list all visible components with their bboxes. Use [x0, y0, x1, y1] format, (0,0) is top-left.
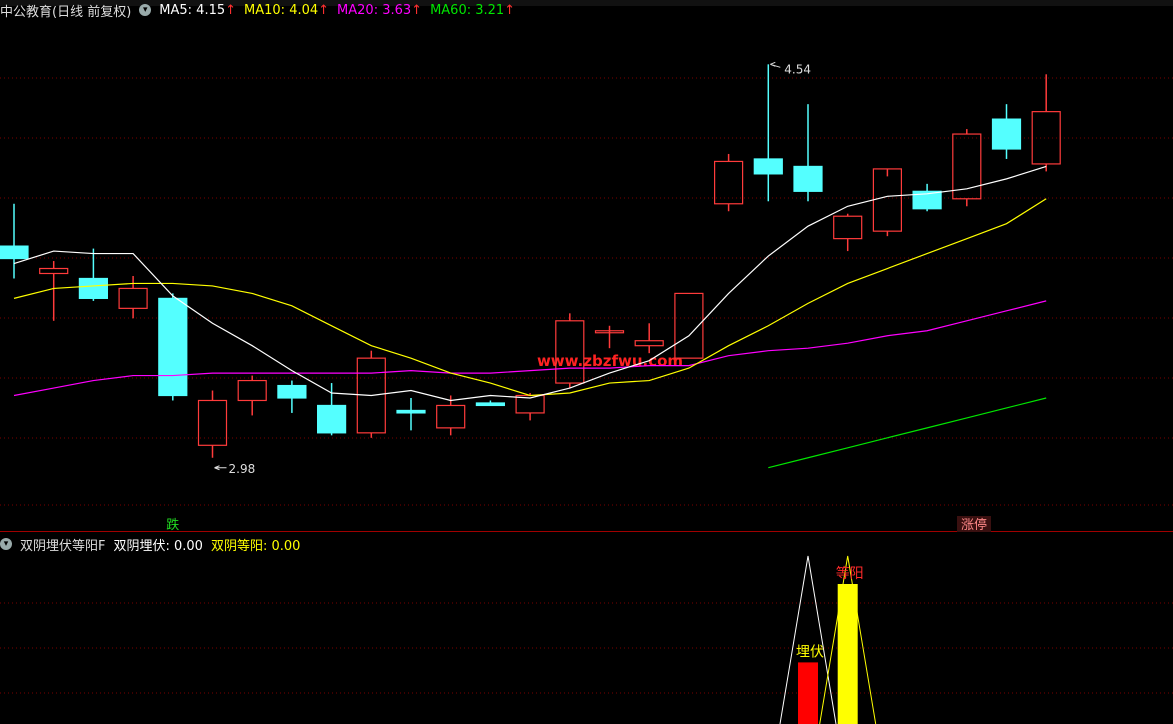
candle-up — [118, 287, 148, 309]
limit-up-tag: 涨停 — [961, 517, 987, 533]
candle-down — [396, 409, 426, 414]
indicator-value1: 双阴埋伏: 0.00 — [113, 538, 203, 554]
candle-down — [317, 404, 347, 434]
indicator-name: 双阴埋伏等阳F — [20, 538, 106, 554]
buried-signal-label: 埋伏 — [796, 644, 824, 660]
candle-down — [753, 158, 783, 175]
ma20-label: MA20: 3.63↑ — [337, 2, 423, 18]
high-price-label: 4.54 — [784, 62, 811, 76]
wait-yang-signal-bar — [837, 584, 858, 724]
candle-down — [158, 297, 188, 397]
candle-up — [872, 168, 903, 232]
settings-circle-icon[interactable]: ▾ — [139, 4, 152, 16]
candle-up — [39, 267, 69, 275]
candle-up — [713, 160, 744, 205]
candle-down — [277, 384, 307, 399]
high-arrow-icon — [770, 61, 781, 68]
main-chart-header: 中公教育(日线 前复权) ▾ MA5: 4.15↑ MA10: 4.04↑ MA… — [0, 0, 515, 20]
indicator-value2: 双阴等阳: 0.00 — [210, 538, 301, 554]
low-arrow-icon — [214, 465, 227, 471]
indicator-settings-icon[interactable]: ▾ — [0, 538, 12, 550]
watermark-text: www.zbzfwu.com — [537, 352, 683, 370]
ma5-label: MA5: 4.15↑ — [159, 2, 237, 18]
candle-down — [78, 277, 109, 299]
candle-up — [237, 379, 267, 402]
candle-down — [991, 118, 1022, 150]
fall-tag: 跌 — [166, 517, 179, 533]
candle-down — [0, 245, 29, 260]
candle-up — [833, 215, 863, 240]
ma60-line — [768, 397, 1047, 469]
candle-down — [793, 165, 823, 192]
candle-up — [436, 404, 466, 429]
buried-signal-bar — [798, 662, 818, 724]
candle-down — [475, 402, 505, 407]
candle-up — [634, 340, 664, 347]
ma10-label: MA10: 4.04↑ — [244, 2, 330, 18]
kline-chart[interactable]: www.zbzfwu.com 4.54 2.98 跌 涨停埋伏 等阳 — [0, 0, 1173, 724]
indicator-header: ▾ 双阴埋伏等阳F 双阴埋伏: 0.00 双阴等阳: 0.00 — [0, 534, 300, 554]
candle-up — [197, 399, 228, 446]
ma60-label: MA60: 3.21↑ — [430, 2, 516, 18]
stock-title: 中公教育(日线 前复权) — [0, 4, 132, 20]
wait-yang-signal-label: 等阳 — [836, 565, 864, 582]
low-price-label: 2.98 — [229, 462, 256, 476]
